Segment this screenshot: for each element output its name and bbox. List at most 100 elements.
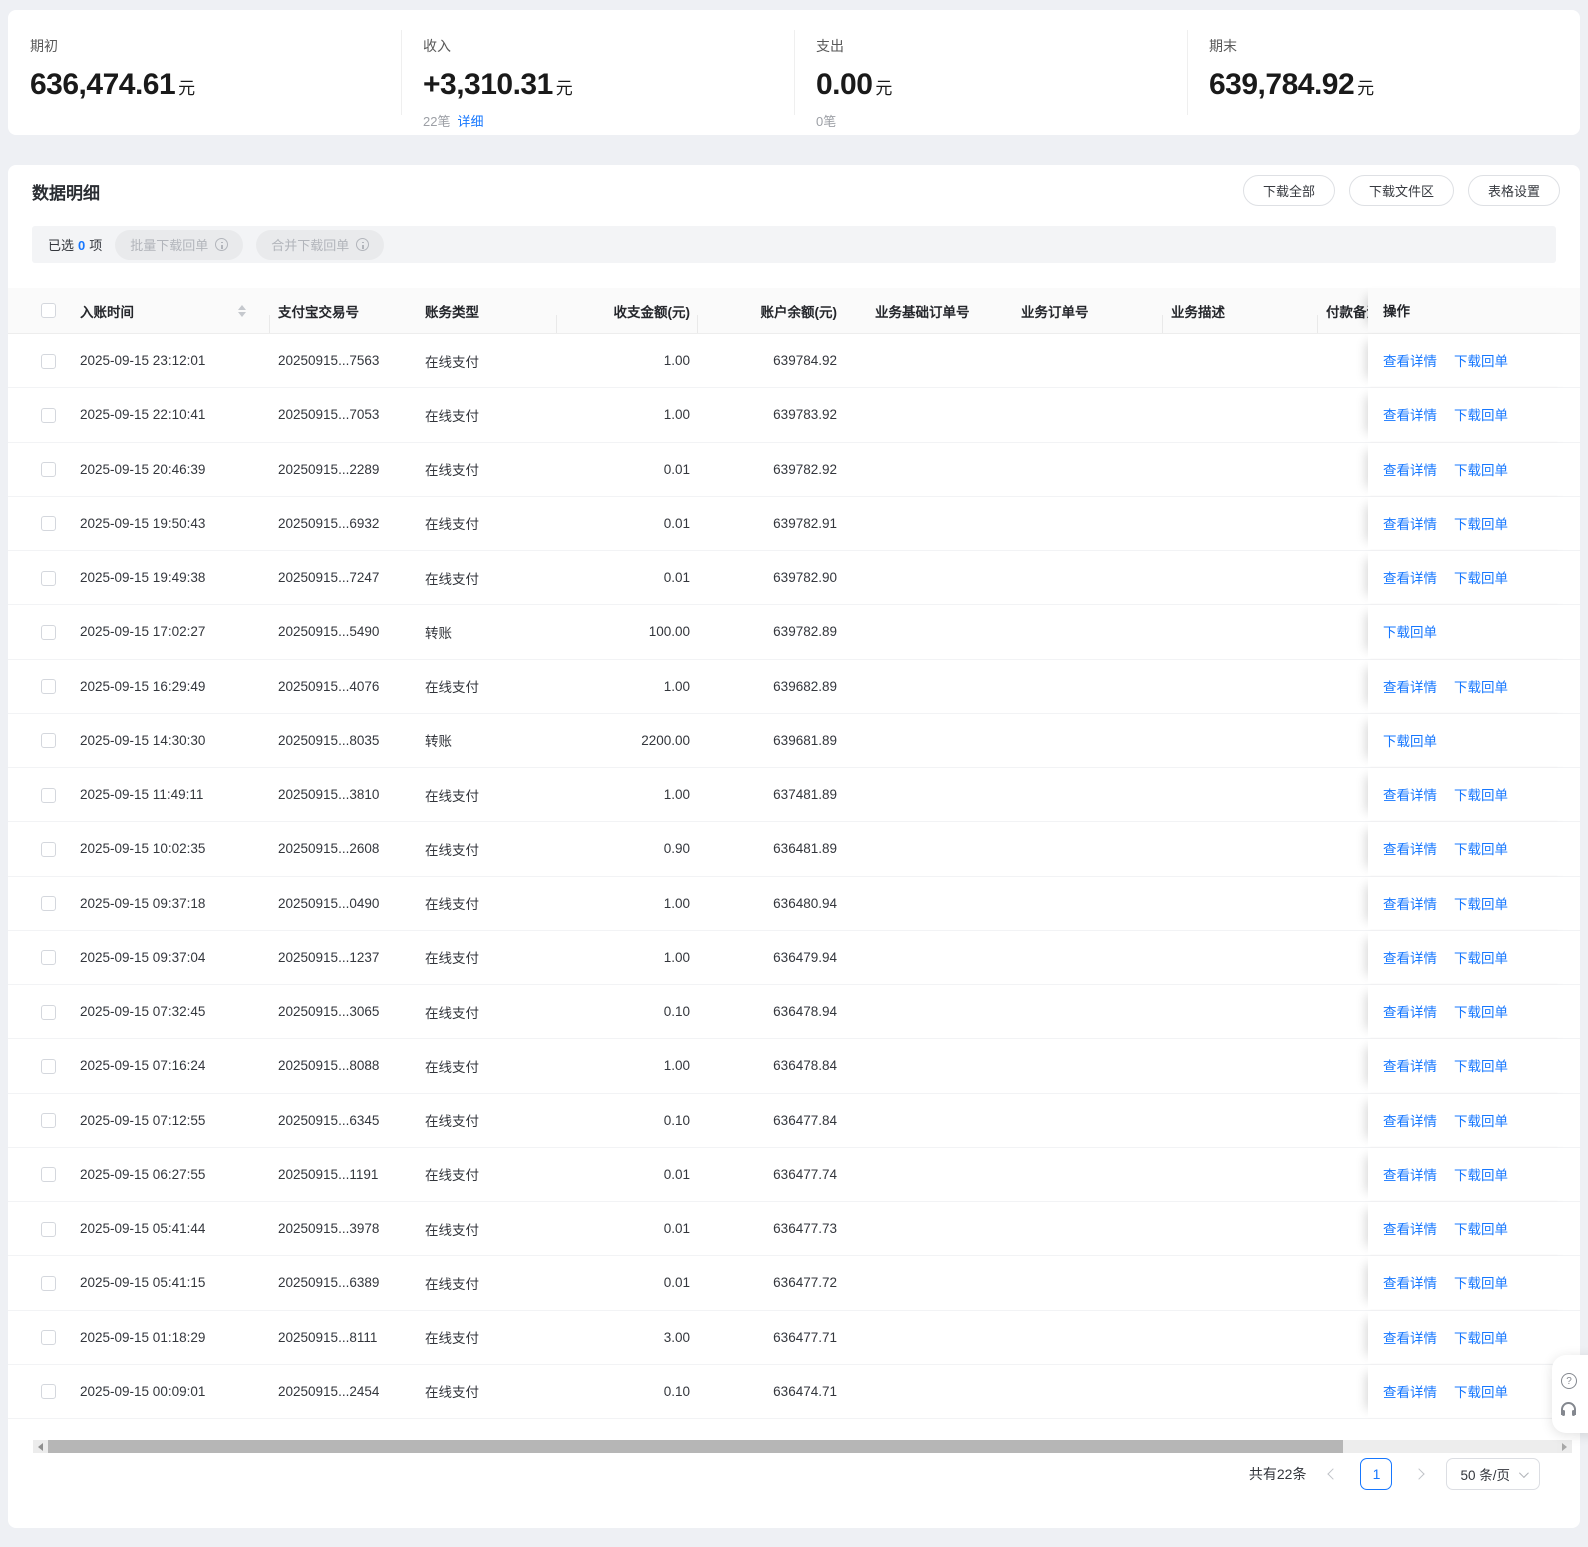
download-receipt-link[interactable]: 下载回单 xyxy=(1454,1055,1508,1075)
table-row: 2025-09-15 05:41:44 20250915...3978 在线支付… xyxy=(8,1202,1580,1257)
row-checkbox[interactable] xyxy=(41,733,56,749)
view-detail-link[interactable]: 查看详情 xyxy=(1383,1164,1437,1184)
cell-actions: 查看详情 下载回单 xyxy=(1368,768,1580,821)
scroll-right-icon[interactable] xyxy=(1557,1440,1572,1453)
download-receipt-link[interactable]: 下载回单 xyxy=(1454,838,1508,858)
header-amount: 收支金额(元) xyxy=(557,301,698,333)
row-checkbox[interactable] xyxy=(41,679,56,695)
table-body: 2025-09-15 23:12:01 20250915...7563 在线支付… xyxy=(8,334,1580,1419)
transactions-table: 入账时间 支付宝交易号 账务类型 收支金额(元) 账户余额(元) 业务基础订单号… xyxy=(8,288,1580,1419)
help-icon[interactable] xyxy=(1561,1373,1577,1389)
row-checkbox-cell xyxy=(8,1112,72,1129)
row-checkbox[interactable] xyxy=(41,1058,56,1074)
download-receipt-link[interactable]: 下载回单 xyxy=(1454,1110,1508,1130)
horizontal-scrollbar-track[interactable] xyxy=(1343,1440,1557,1453)
header-balance: 账户余额(元) xyxy=(760,304,838,320)
download-receipt-link[interactable]: 下载回单 xyxy=(1454,459,1508,479)
row-checkbox[interactable] xyxy=(41,1167,56,1183)
view-detail-link[interactable]: 查看详情 xyxy=(1383,676,1437,696)
download-receipt-link[interactable]: 下载回单 xyxy=(1454,784,1508,804)
download-receipt-link[interactable]: 下载回单 xyxy=(1454,1272,1508,1292)
scroll-left-icon[interactable] xyxy=(33,1440,48,1453)
download-receipt-link[interactable]: 下载回单 xyxy=(1454,1001,1508,1021)
view-detail-link[interactable]: 查看详情 xyxy=(1383,1055,1437,1075)
download-receipt-link[interactable]: 下载回单 xyxy=(1454,1218,1508,1238)
download-receipt-link[interactable]: 下载回单 xyxy=(1454,404,1508,424)
download-receipt-link[interactable]: 下载回单 xyxy=(1383,621,1437,641)
row-checkbox-cell xyxy=(8,732,72,749)
table-settings-button[interactable]: 表格设置 xyxy=(1467,175,1560,206)
row-checkbox[interactable] xyxy=(41,462,56,478)
cell-amount: 0.01 xyxy=(663,461,690,477)
row-checkbox[interactable] xyxy=(41,1275,56,1291)
horizontal-scrollbar-thumb[interactable] xyxy=(48,1440,1343,1453)
row-checkbox[interactable] xyxy=(41,516,56,532)
prev-page-button[interactable] xyxy=(1321,1462,1345,1486)
cell-balance: 636480.94 xyxy=(773,895,837,911)
view-detail-link[interactable]: 查看详情 xyxy=(1383,1218,1437,1238)
cell-actions: 查看详情 下载回单 xyxy=(1368,442,1580,495)
row-checkbox[interactable] xyxy=(41,841,56,857)
info-circle-icon[interactable] xyxy=(215,238,229,251)
row-checkbox[interactable] xyxy=(41,1384,56,1400)
row-checkbox[interactable] xyxy=(41,1004,56,1020)
view-detail-link[interactable]: 查看详情 xyxy=(1383,567,1437,587)
merge-download-receipt-button[interactable]: 合并下载回单 xyxy=(256,229,385,260)
cell-entry-time: 2025-09-15 05:41:44 xyxy=(80,1221,206,1237)
cell-account-type: 在线支付 xyxy=(425,1331,479,1347)
page-number-button[interactable]: 1 xyxy=(1360,1458,1393,1490)
cell-actions: 查看详情 下载回单 xyxy=(1368,1364,1580,1417)
view-detail-link[interactable]: 查看详情 xyxy=(1383,784,1437,804)
view-detail-link[interactable]: 查看详情 xyxy=(1383,404,1437,424)
customer-service-icon[interactable] xyxy=(1561,1402,1576,1416)
download-file-area-button[interactable]: 下载文件区 xyxy=(1348,175,1454,206)
download-receipt-link[interactable]: 下载回单 xyxy=(1454,350,1508,370)
cell-transaction-id: 20250915...7247 xyxy=(278,570,380,586)
download-all-button[interactable]: 下载全部 xyxy=(1242,175,1335,206)
row-checkbox[interactable] xyxy=(41,1221,56,1237)
row-checkbox[interactable] xyxy=(41,1330,56,1346)
download-receipt-link[interactable]: 下载回单 xyxy=(1454,1164,1508,1184)
cell-account-type: 在线支付 xyxy=(425,680,479,696)
batch-download-receipt-button[interactable]: 批量下载回单 xyxy=(115,229,244,260)
cell-amount: 0.10 xyxy=(663,1112,690,1128)
row-checkbox[interactable] xyxy=(41,1113,56,1129)
download-receipt-link[interactable]: 下载回单 xyxy=(1454,947,1508,967)
view-detail-link[interactable]: 查看详情 xyxy=(1383,1272,1437,1292)
view-detail-link[interactable]: 查看详情 xyxy=(1383,947,1437,967)
row-checkbox[interactable] xyxy=(41,896,56,912)
row-checkbox[interactable] xyxy=(41,624,56,640)
table-row: 2025-09-15 23:12:01 20250915...7563 在线支付… xyxy=(8,334,1580,389)
row-checkbox[interactable] xyxy=(41,407,56,423)
view-detail-link[interactable]: 查看详情 xyxy=(1383,513,1437,533)
view-detail-link[interactable]: 查看详情 xyxy=(1383,350,1437,370)
row-checkbox[interactable] xyxy=(41,570,56,586)
view-detail-link[interactable]: 查看详情 xyxy=(1383,1001,1437,1021)
view-detail-link[interactable]: 查看详情 xyxy=(1383,1110,1437,1130)
next-page-button[interactable] xyxy=(1407,1462,1431,1486)
row-checkbox[interactable] xyxy=(41,950,56,966)
cell-amount: 0.01 xyxy=(663,1221,690,1237)
view-detail-link[interactable]: 查看详情 xyxy=(1383,838,1437,858)
view-detail-link[interactable]: 查看详情 xyxy=(1383,1327,1437,1347)
sort-caret-icon[interactable] xyxy=(238,304,246,317)
view-detail-link[interactable]: 查看详情 xyxy=(1383,893,1437,913)
download-receipt-link[interactable]: 下载回单 xyxy=(1454,513,1508,533)
download-receipt-link[interactable]: 下载回单 xyxy=(1454,676,1508,696)
download-receipt-link[interactable]: 下载回单 xyxy=(1454,1327,1508,1347)
page-size-select[interactable]: 50 条/页 xyxy=(1446,1458,1540,1490)
summary-card: 期初 636,474.61 元 收入 +3,310.31 元 22笔 详细 支出 0.… xyxy=(8,10,1580,135)
cell-transaction-id: 20250915...2608 xyxy=(278,841,380,857)
info-circle-icon[interactable] xyxy=(356,238,370,251)
view-detail-link[interactable]: 查看详情 xyxy=(1383,459,1437,479)
download-receipt-link[interactable]: 下载回单 xyxy=(1454,567,1508,587)
download-receipt-link[interactable]: 下载回单 xyxy=(1454,1381,1508,1401)
download-receipt-link[interactable]: 下载回单 xyxy=(1383,730,1437,750)
select-all-checkbox[interactable] xyxy=(41,303,56,319)
view-detail-link[interactable]: 查看详情 xyxy=(1383,1381,1437,1401)
download-receipt-link[interactable]: 下载回单 xyxy=(1454,893,1508,913)
income-detail-link[interactable]: 详细 xyxy=(457,111,483,130)
cell-amount: 0.90 xyxy=(663,841,690,857)
row-checkbox[interactable] xyxy=(41,353,56,369)
row-checkbox[interactable] xyxy=(41,787,56,803)
